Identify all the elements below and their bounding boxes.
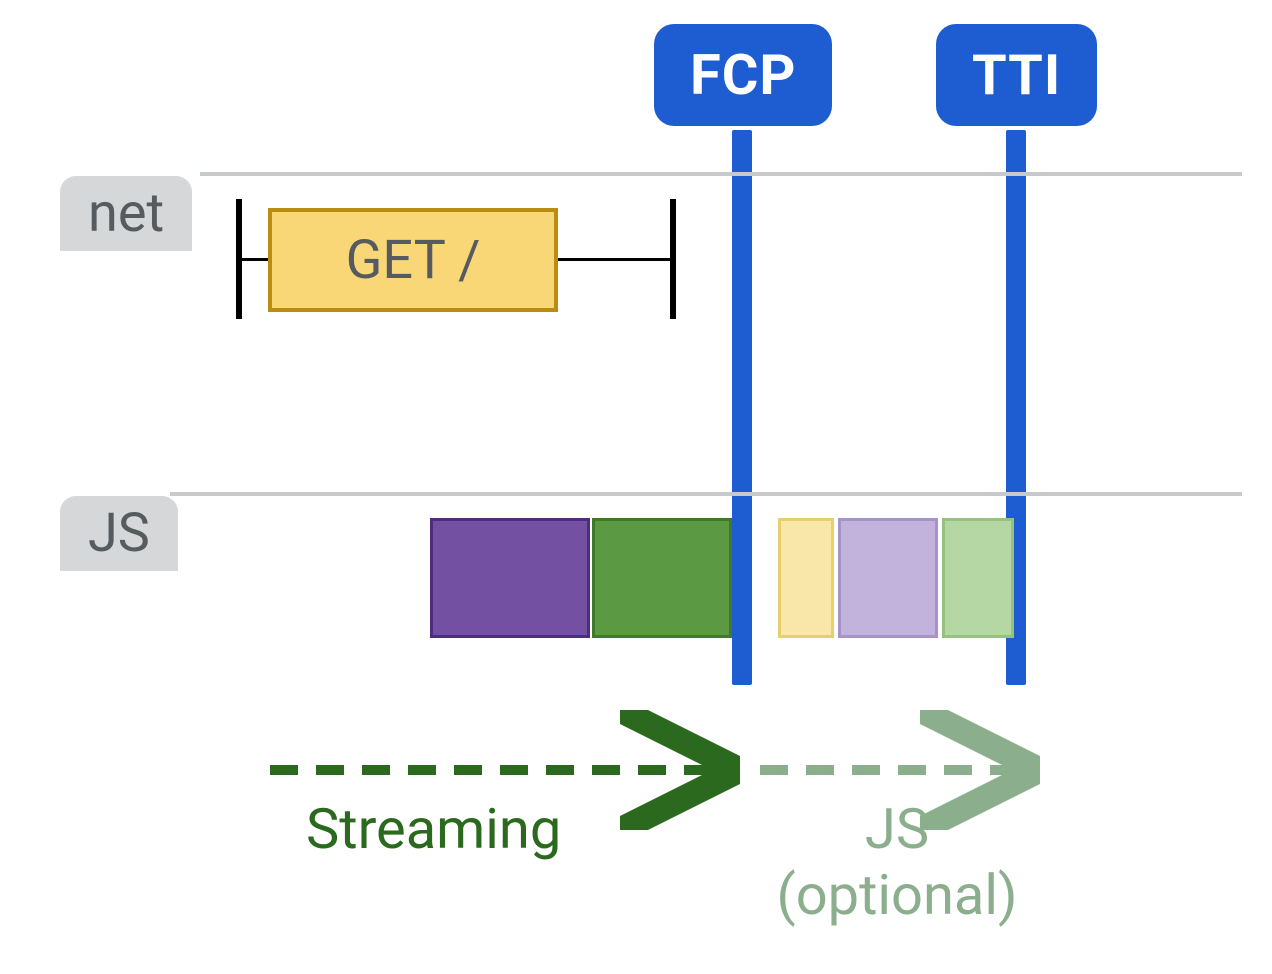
timeline-diagram: FCP TTI net GET / JS (30, 0, 1242, 974)
streaming-label: Streaming (306, 796, 561, 862)
js-optional-label: JS (optional) (772, 796, 1022, 928)
streaming-arrow (30, 0, 1242, 974)
